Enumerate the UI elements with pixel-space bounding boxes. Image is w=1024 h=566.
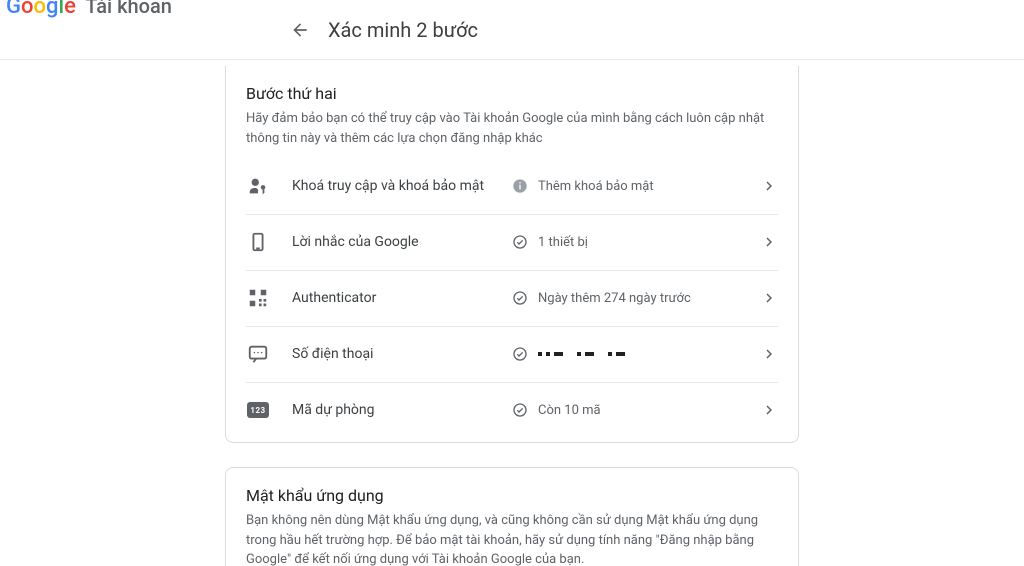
check-circle-icon — [512, 290, 528, 306]
card-title: Bước thứ hai — [246, 84, 778, 103]
row-passkey[interactable]: Khoá truy cập và khoá bảo mật Thêm khoá … — [226, 158, 798, 214]
masked-phone — [538, 352, 625, 356]
row-label: Lời nhắc của Google — [292, 234, 512, 250]
chevron-right-icon — [754, 401, 778, 419]
row-phone-number[interactable]: Số điện thoại — [226, 326, 798, 382]
qr-icon — [246, 286, 270, 310]
back-arrow-icon[interactable] — [290, 20, 310, 40]
check-circle-icon — [512, 234, 528, 250]
card-app-passwords: Mật khẩu ứng dụng Bạn không nên dùng Mật… — [225, 467, 799, 566]
chevron-right-icon — [754, 233, 778, 251]
chevron-right-icon — [754, 289, 778, 307]
row-status: Thêm khoá bảo mật — [538, 179, 654, 194]
card-description: Bạn không nên dùng Mật khẩu ứng dụng, và… — [246, 511, 778, 566]
info-icon — [512, 178, 528, 194]
row-authenticator[interactable]: Authenticator Ngày thêm 274 ngày trước — [226, 270, 798, 326]
check-circle-icon — [512, 402, 528, 418]
card-title: Mật khẩu ứng dụng — [246, 486, 778, 505]
row-label: Khoá truy cập và khoá bảo mật — [292, 178, 512, 194]
passkey-icon — [246, 174, 270, 198]
check-circle-icon — [512, 346, 528, 362]
row-status: Ngày thêm 274 ngày trước — [538, 291, 691, 306]
row-backup-codes[interactable]: 123 Mã dự phòng Còn 10 mã — [226, 382, 798, 438]
sms-icon — [246, 342, 270, 366]
card-description: Hãy đảm bảo bạn có thể truy cập vào Tài … — [246, 109, 778, 148]
row-google-prompt[interactable]: Lời nhắc của Google 1 thiết bị — [226, 214, 798, 270]
page-header: Xác minh 2 bước — [0, 0, 1024, 60]
backup-codes-icon: 123 — [246, 398, 270, 422]
row-status: 1 thiết bị — [538, 235, 588, 250]
row-status: Còn 10 mã — [538, 403, 601, 418]
chevron-right-icon — [754, 345, 778, 363]
card-second-step: Bước thứ hai Hãy đảm bảo bạn có thể truy… — [225, 66, 799, 443]
row-label: Authenticator — [292, 290, 512, 306]
phone-icon — [246, 230, 270, 254]
row-label: Số điện thoại — [292, 346, 512, 362]
row-label: Mã dự phòng — [292, 402, 512, 418]
page-title: Xác minh 2 bước — [328, 18, 478, 42]
chevron-right-icon — [754, 177, 778, 195]
